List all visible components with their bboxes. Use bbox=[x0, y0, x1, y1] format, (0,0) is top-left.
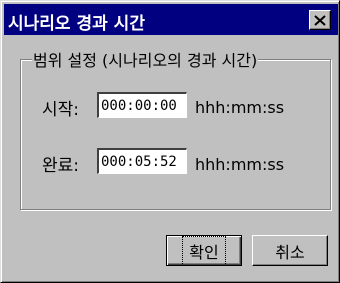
cancel-button[interactable]: 취소 bbox=[252, 235, 328, 266]
dialog-window: 시나리오 경과 시간 범위 설정 (시나리오의 경과 시간) 시작: hhh:m… bbox=[0, 0, 340, 283]
cancel-button-label: 취소 bbox=[275, 242, 305, 262]
end-label: 완료: bbox=[42, 156, 80, 176]
start-label: 시작: bbox=[42, 100, 80, 120]
window-title: 시나리오 경과 시간 bbox=[8, 14, 145, 34]
end-format-hint: hhh:mm:ss bbox=[195, 155, 285, 174]
ok-button-label: 확인 bbox=[182, 235, 226, 266]
end-time-input[interactable] bbox=[97, 148, 187, 174]
title-bar[interactable]: 시나리오 경과 시간 bbox=[4, 4, 338, 35]
range-groupbox bbox=[20, 59, 331, 210]
start-time-input[interactable] bbox=[97, 92, 187, 118]
groupbox-label: 범위 설정 (시나리오의 경과 시간) bbox=[32, 47, 259, 71]
ok-button[interactable]: 확인 bbox=[166, 235, 242, 266]
close-icon bbox=[314, 14, 326, 26]
start-format-hint: hhh:mm:ss bbox=[195, 98, 285, 117]
close-button[interactable] bbox=[309, 10, 331, 30]
